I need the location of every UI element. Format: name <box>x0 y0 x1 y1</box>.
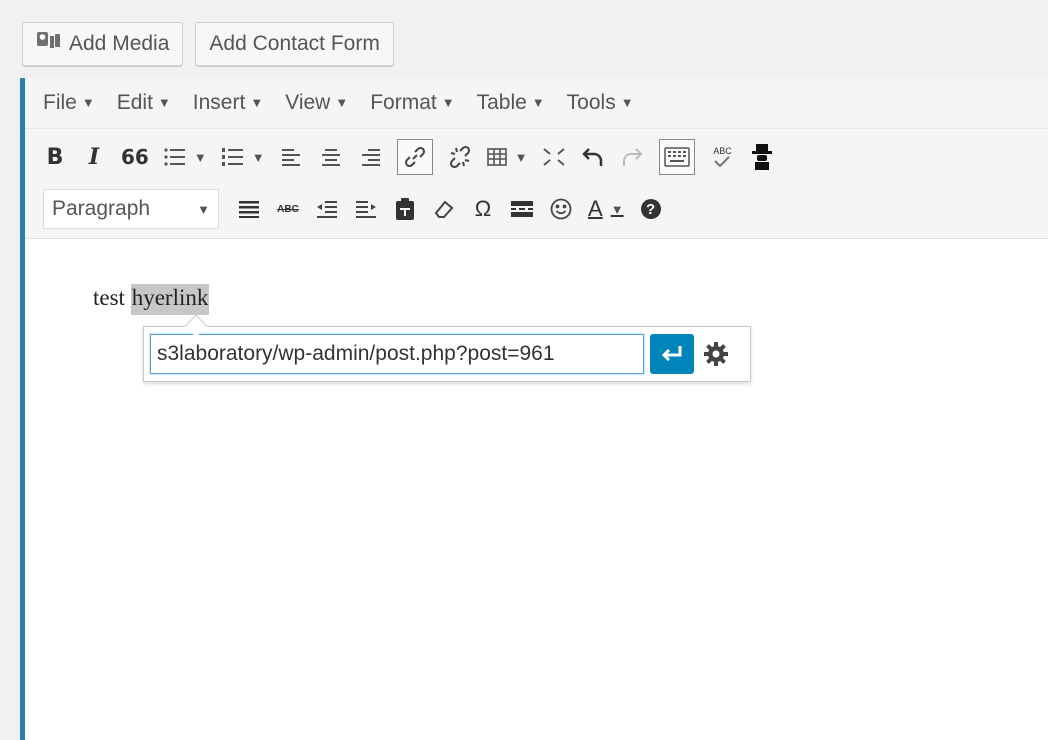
smiley-icon <box>550 198 572 220</box>
gear-icon <box>704 342 728 366</box>
clipboard-icon <box>396 198 414 220</box>
chevron-down-icon: ▼ <box>197 201 210 217</box>
toolbar-area: File ▼ Edit ▼ Insert ▼ View ▼ Format ▼ Table ▼… <box>25 78 1048 239</box>
apply-link-button[interactable] <box>650 334 694 374</box>
justify-icon <box>239 201 259 218</box>
indent-button[interactable] <box>354 191 378 227</box>
paragraph-format-value: Paragraph <box>52 197 151 220</box>
spellcheck-label: ABC <box>713 146 732 156</box>
add-media-button[interactable]: Add Media <box>22 22 184 66</box>
align-left-button[interactable] <box>280 139 304 175</box>
paste-as-text-button[interactable] <box>393 191 417 227</box>
clear-formatting-button[interactable] <box>432 191 456 227</box>
menu-view[interactable]: View ▼ <box>285 91 348 115</box>
numbered-list-button[interactable]: ▼ <box>221 139 265 175</box>
check-icon <box>714 156 731 168</box>
plugin-man-button[interactable] <box>749 139 775 175</box>
outdent-button[interactable] <box>315 191 339 227</box>
link-icon <box>404 146 425 168</box>
read-more-button[interactable] <box>510 191 534 227</box>
help-icon: ? <box>640 199 661 219</box>
keyboard-icon <box>664 147 691 167</box>
toolbar-row-1: B I 66 ▼ ▼ ▼ ABC <box>43 135 790 179</box>
table-icon <box>486 148 507 166</box>
fullscreen-icon <box>543 148 566 166</box>
indent-icon <box>356 201 376 218</box>
align-left-icon <box>281 149 300 166</box>
read-more-icon <box>511 201 533 217</box>
menu-edit[interactable]: Edit ▼ <box>117 91 171 115</box>
text-color-label: A <box>588 196 603 221</box>
text-color-button[interactable]: A ▼ <box>588 191 624 227</box>
menubar: File ▼ Edit ▼ Insert ▼ View ▼ Format ▼ Table ▼… <box>25 78 1048 129</box>
emoticons-button[interactable] <box>549 191 573 227</box>
editor-content[interactable]: test hyerlink <box>25 239 1048 740</box>
toolbar-toggle-button[interactable] <box>659 139 696 175</box>
help-button[interactable]: ? <box>639 191 663 227</box>
enter-icon <box>661 346 682 362</box>
align-right-icon <box>361 149 380 166</box>
inline-link-popup <box>143 314 751 382</box>
fullscreen-button[interactable] <box>542 139 566 175</box>
numbered-list-icon <box>221 148 243 166</box>
table-button[interactable]: ▼ <box>486 139 527 175</box>
bullet-list-button[interactable]: ▼ <box>164 139 207 175</box>
menu-format[interactable]: Format ▼ <box>370 91 454 115</box>
menu-file[interactable]: File ▼ <box>43 91 95 115</box>
paragraph-format-select[interactable]: Paragraph ▼ <box>43 189 219 229</box>
align-center-button[interactable] <box>319 139 343 175</box>
editor-paragraph[interactable]: test hyerlink <box>93 284 210 315</box>
add-contact-form-button[interactable]: Add Contact Form <box>195 22 394 66</box>
menu-table[interactable]: Table ▼ <box>477 91 545 115</box>
selected-text[interactable]: hyerlink <box>130 284 210 315</box>
eraser-icon <box>434 200 454 218</box>
spellcheck-button[interactable]: ABC <box>710 139 734 175</box>
menu-insert[interactable]: Insert ▼ <box>193 91 263 115</box>
redo-icon <box>623 148 643 166</box>
outdent-icon <box>317 201 337 218</box>
editor: File ▼ Edit ▼ Insert ▼ View ▼ Format ▼ Table ▼… <box>20 78 1048 740</box>
undo-button[interactable] <box>581 139 605 175</box>
bullet-list-icon <box>164 148 185 166</box>
bold-button[interactable]: B <box>43 139 67 175</box>
special-character-button[interactable]: Ω <box>471 191 495 227</box>
link-url-input[interactable] <box>150 334 644 374</box>
link-options-button[interactable] <box>698 334 734 374</box>
paragraph-text: test <box>93 285 131 310</box>
justify-button[interactable] <box>237 191 261 227</box>
align-right-button[interactable] <box>358 139 382 175</box>
blockquote-button[interactable]: 66 <box>121 139 149 175</box>
man-hat-icon <box>752 144 773 170</box>
add-contact-form-label: Add Contact Form <box>209 32 380 55</box>
align-center-icon <box>321 149 340 166</box>
add-media-label: Add Media <box>69 32 170 55</box>
redo-button[interactable] <box>620 139 644 175</box>
toolbar-row-2: Paragraph ▼ ABC Ω A ▼ ? <box>43 187 678 231</box>
undo-icon <box>582 148 603 166</box>
add-media-icon <box>36 30 62 58</box>
unlink-icon <box>449 145 470 169</box>
strikethrough-button[interactable]: ABC <box>276 191 300 227</box>
italic-button[interactable]: I <box>82 139 106 175</box>
remove-link-button[interactable] <box>448 139 472 175</box>
media-buttons-bar: Add Media Add Contact Form <box>22 22 394 66</box>
menu-tools[interactable]: Tools ▼ <box>567 91 634 115</box>
insert-link-button[interactable] <box>396 139 433 175</box>
